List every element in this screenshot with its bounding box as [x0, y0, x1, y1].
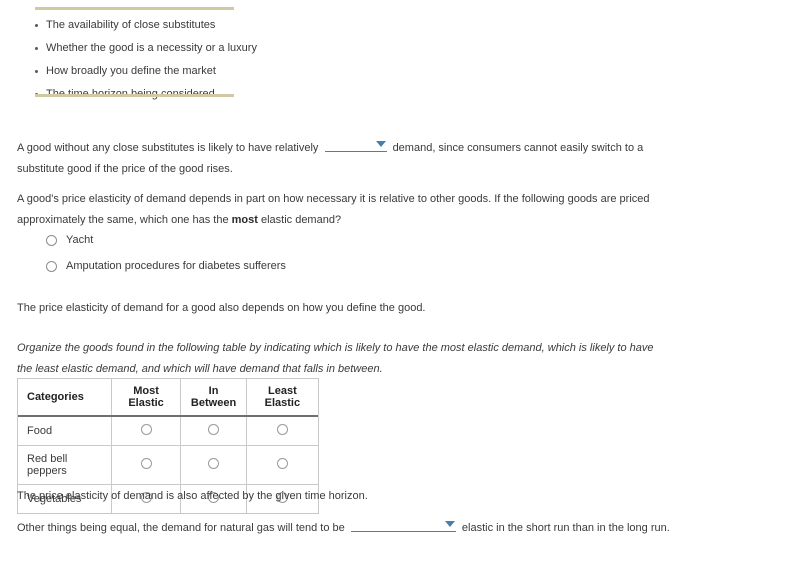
necessity-answer-options: Yacht Amputation procedures for diabetes… — [46, 234, 286, 286]
substitutes-text-before: A good without any close substitutes is … — [17, 142, 319, 154]
radio-icon[interactable] — [276, 424, 288, 435]
table-row: Food — [18, 416, 318, 446]
natural-gas-question: Other things being equal, the demand for… — [17, 518, 717, 539]
radio-option-label: Yacht — [66, 234, 94, 246]
column-header-most-elastic: Most Elastic — [111, 379, 182, 417]
define-good-note: The price elasticity of demand for a goo… — [17, 302, 426, 314]
elasticity-factors-list: The availability of close substitutes Wh… — [28, 19, 257, 111]
column-header-in-between: In Between — [180, 379, 247, 417]
worksheet-page: The availability of close substitutes Wh… — [0, 0, 800, 562]
cell-red-bell-peppers-least-elastic[interactable] — [246, 445, 318, 485]
substitutes-dropdown[interactable] — [324, 138, 387, 152]
list-item: The availability of close substitutes — [28, 19, 257, 32]
factor-label: The availability of close substitutes — [46, 19, 216, 31]
necessity-question-prompt: A good's price elasticity of demand depe… — [17, 189, 662, 231]
radio-option-label: Amputation procedures for diabetes suffe… — [66, 260, 286, 272]
natural-gas-text-before: Other things being equal, the demand for… — [17, 522, 345, 534]
natural-gas-text-after: elastic in the short run than in the lon… — [461, 522, 670, 534]
factor-label: Whether the good is a necessity or a lux… — [46, 42, 257, 54]
cell-food-least-elastic[interactable] — [246, 416, 318, 446]
divider-top — [35, 7, 234, 10]
divider-bottom — [35, 94, 234, 97]
radio-icon[interactable] — [208, 424, 220, 435]
table-row: Red bell peppers — [18, 445, 318, 485]
column-header-least-elastic: Least Elastic — [246, 379, 318, 417]
list-item: How broadly you define the market — [28, 65, 257, 78]
organize-instruction: Organize the goods found in the followin… — [17, 342, 654, 375]
radio-option-amputation[interactable]: Amputation procedures for diabetes suffe… — [46, 260, 286, 272]
row-label-red-bell-peppers: Red bell peppers — [18, 445, 112, 485]
radio-option-yacht[interactable]: Yacht — [46, 234, 286, 246]
radio-icon[interactable] — [140, 458, 152, 469]
time-horizon-note: The price elasticity of demand is also a… — [17, 490, 368, 502]
radio-icon[interactable] — [140, 424, 152, 435]
natural-gas-dropdown[interactable] — [350, 518, 456, 532]
radio-icon[interactable] — [276, 458, 288, 469]
cell-red-bell-peppers-most-elastic[interactable] — [111, 445, 182, 485]
column-header-categories: Categories — [18, 379, 112, 417]
cell-food-in-between[interactable] — [180, 416, 247, 446]
radio-icon[interactable] — [46, 260, 57, 272]
cell-red-bell-peppers-in-between[interactable] — [180, 445, 247, 485]
factor-label: How broadly you define the market — [46, 65, 216, 77]
chevron-down-icon — [375, 141, 386, 147]
chevron-down-icon — [444, 521, 455, 527]
cell-food-most-elastic[interactable] — [111, 416, 182, 446]
table-header-row: Categories Most Elastic In Between Least… — [18, 379, 318, 417]
necessity-prompt-emphasis: most — [231, 214, 258, 226]
row-label-food: Food — [18, 416, 112, 446]
substitutes-question: A good without any close substitutes is … — [17, 138, 662, 180]
necessity-prompt-part2: elastic demand? — [257, 214, 342, 226]
list-item: Whether the good is a necessity or a lux… — [28, 42, 257, 55]
radio-icon[interactable] — [46, 234, 57, 246]
radio-icon[interactable] — [208, 458, 220, 469]
